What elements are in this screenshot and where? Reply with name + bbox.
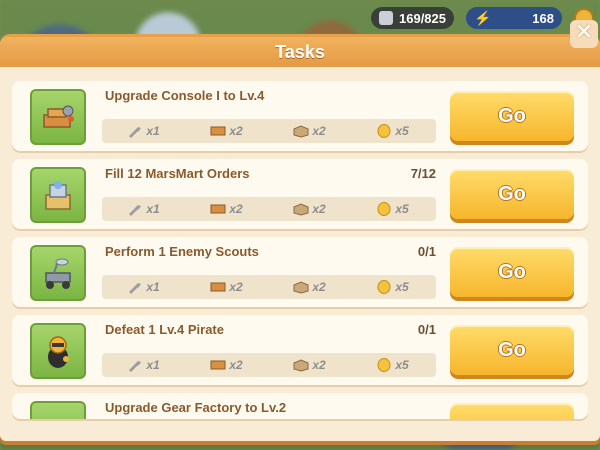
reward-coin: x5 bbox=[351, 202, 434, 216]
reward-amount: x5 bbox=[395, 124, 409, 138]
plank-icon bbox=[210, 282, 226, 292]
task-row: Fill 12 MarsMart Orders 7/12 x1 x2 x2 x5 bbox=[12, 159, 588, 229]
reward-amount: x1 bbox=[146, 280, 160, 294]
reward-plank: x2 bbox=[185, 202, 268, 216]
reward-amount: x2 bbox=[312, 124, 326, 138]
reward-amount: x5 bbox=[395, 202, 409, 216]
task-progress: 7/12 bbox=[410, 166, 436, 181]
scout-rover-icon bbox=[30, 245, 86, 301]
tasks-panel: Tasks Upgrade Console I to Lv.4 x1 x2 x2… bbox=[0, 34, 600, 441]
task-row: Upgrade Console I to Lv.4 x1 x2 x2 x5 Go bbox=[12, 81, 588, 151]
mart-icon bbox=[30, 167, 86, 223]
reward-crate: x2 bbox=[268, 280, 351, 294]
task-row: Upgrade Gear Factory to Lv.2 Go bbox=[12, 393, 588, 419]
coin-icon bbox=[377, 358, 391, 372]
task-row: Defeat 1 Lv.4 Pirate 0/1 x1 x2 x2 x5 Go bbox=[12, 315, 588, 385]
plank-icon bbox=[210, 126, 226, 136]
reward-plank: x2 bbox=[185, 124, 268, 138]
reward-coin: x5 bbox=[351, 280, 434, 294]
reward-amount: x1 bbox=[146, 202, 160, 216]
energy-value: 168 bbox=[532, 10, 554, 26]
go-button[interactable]: Go bbox=[450, 169, 574, 219]
storage-value: 169/825 bbox=[399, 10, 446, 26]
crate-icon bbox=[293, 203, 309, 216]
reward-wrench: x1 bbox=[102, 202, 185, 216]
panel-header: Tasks bbox=[0, 37, 600, 67]
plank-icon bbox=[210, 360, 226, 370]
coin-icon bbox=[377, 124, 391, 138]
task-progress: 0/1 bbox=[417, 322, 436, 337]
task-row: Perform 1 Enemy Scouts 0/1 x1 x2 x2 x5 G… bbox=[12, 237, 588, 307]
energy-counter: ⚡ 168 bbox=[466, 7, 562, 29]
task-list[interactable]: Upgrade Console I to Lv.4 x1 x2 x2 x5 Go… bbox=[12, 81, 588, 427]
task-title: Perform 1 Enemy Scouts bbox=[105, 244, 259, 259]
go-button[interactable]: Go bbox=[450, 247, 574, 297]
reward-wrench: x1 bbox=[102, 124, 185, 138]
storage-counter: 169/825 bbox=[371, 7, 454, 29]
task-title: Defeat 1 Lv.4 Pirate bbox=[105, 322, 224, 337]
reward-amount: x5 bbox=[395, 358, 409, 372]
crate-icon bbox=[293, 359, 309, 372]
go-button[interactable]: Go bbox=[450, 91, 574, 141]
reward-amount: x2 bbox=[229, 124, 243, 138]
factory-icon bbox=[30, 401, 86, 419]
coin-icon bbox=[377, 280, 391, 294]
crate-icon bbox=[293, 281, 309, 294]
plank-icon bbox=[210, 204, 226, 214]
bolt-icon: ⚡ bbox=[474, 10, 492, 26]
reward-amount: x2 bbox=[229, 358, 243, 372]
wrench-icon bbox=[129, 205, 142, 216]
panel-title: Tasks bbox=[275, 41, 325, 62]
reward-wrench: x1 bbox=[102, 280, 185, 294]
reward-coin: x5 bbox=[351, 358, 434, 372]
pirate-icon bbox=[30, 323, 86, 379]
reward-amount: x2 bbox=[312, 280, 326, 294]
top-hud: 169/825 ⚡ 168 bbox=[371, 6, 594, 30]
task-title: Upgrade Gear Factory to Lv.2 bbox=[105, 400, 287, 415]
close-button[interactable]: ✕ bbox=[570, 20, 598, 48]
reward-plank: x2 bbox=[185, 358, 268, 372]
reward-amount: x2 bbox=[312, 358, 326, 372]
reward-amount: x2 bbox=[312, 202, 326, 216]
reward-amount: x1 bbox=[146, 358, 160, 372]
reward-bar: x1 x2 x2 x5 bbox=[102, 353, 436, 377]
go-button[interactable]: Go bbox=[450, 325, 574, 375]
reward-amount: x1 bbox=[146, 124, 160, 138]
wrench-icon bbox=[129, 283, 142, 294]
task-title: Fill 12 MarsMart Orders bbox=[105, 166, 250, 181]
go-button[interactable]: Go bbox=[450, 403, 574, 419]
reward-amount: x5 bbox=[395, 280, 409, 294]
crate-icon bbox=[293, 125, 309, 138]
storage-icon bbox=[379, 11, 393, 25]
reward-plank: x2 bbox=[185, 280, 268, 294]
reward-bar: x1 x2 x2 x5 bbox=[102, 119, 436, 143]
reward-wrench: x1 bbox=[102, 358, 185, 372]
reward-amount: x2 bbox=[229, 280, 243, 294]
reward-coin: x5 bbox=[351, 124, 434, 138]
wrench-icon bbox=[129, 361, 142, 372]
reward-crate: x2 bbox=[268, 124, 351, 138]
coin-icon bbox=[377, 202, 391, 216]
reward-crate: x2 bbox=[268, 202, 351, 216]
reward-amount: x2 bbox=[229, 202, 243, 216]
reward-crate: x2 bbox=[268, 358, 351, 372]
reward-bar: x1 x2 x2 x5 bbox=[102, 275, 436, 299]
console-icon bbox=[30, 89, 86, 145]
reward-bar: x1 x2 x2 x5 bbox=[102, 197, 436, 221]
task-title: Upgrade Console I to Lv.4 bbox=[105, 88, 265, 103]
task-progress: 0/1 bbox=[417, 244, 436, 259]
wrench-icon bbox=[129, 127, 142, 138]
